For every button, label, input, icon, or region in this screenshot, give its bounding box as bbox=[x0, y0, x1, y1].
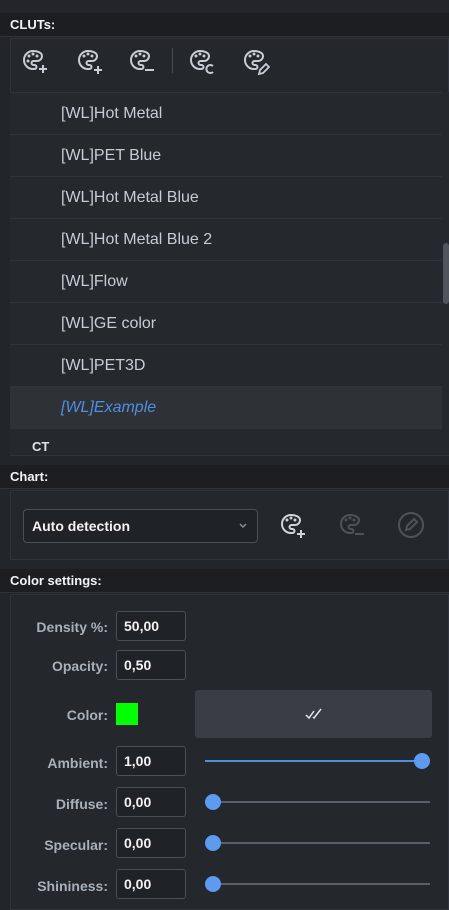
color-settings-section-title: Color settings: bbox=[0, 569, 449, 593]
cluts-section-title: CLUTs: bbox=[0, 13, 449, 37]
specular-slider[interactable] bbox=[205, 833, 430, 853]
diffuse-field[interactable]: 0,00 bbox=[116, 787, 186, 817]
specular-field[interactable]: 0,00 bbox=[116, 828, 186, 858]
opacity-field[interactable]: 0,50 bbox=[116, 650, 186, 680]
slider-track bbox=[205, 842, 430, 844]
palette-add-icon[interactable] bbox=[277, 510, 307, 540]
palette-remove-icon[interactable] bbox=[126, 46, 156, 76]
scrollbar-thumb[interactable] bbox=[443, 243, 449, 304]
clut-list-item[interactable]: [WL]PET Blue bbox=[10, 135, 442, 177]
chart-type-select[interactable]: Auto detection bbox=[23, 509, 258, 543]
slider-thumb[interactable] bbox=[414, 753, 430, 769]
chevron-down-icon bbox=[239, 523, 247, 528]
slider-track bbox=[205, 801, 430, 803]
color-label: Color: bbox=[66, 707, 108, 723]
slider-thumb[interactable] bbox=[205, 835, 221, 851]
clut-list-item[interactable]: [WL]Flow bbox=[10, 261, 442, 303]
diffuse-label: Diffuse: bbox=[55, 796, 108, 812]
clut-list-item-selected[interactable]: [WL]Example bbox=[10, 387, 442, 429]
ambient-slider[interactable] bbox=[205, 751, 430, 771]
palette-remove-icon[interactable] bbox=[336, 510, 366, 540]
palette-add-icon[interactable] bbox=[19, 46, 49, 76]
clut-list-item[interactable]: [WL]Hot Metal bbox=[10, 93, 442, 135]
double-check-icon bbox=[304, 708, 322, 720]
edit-icon[interactable] bbox=[396, 510, 426, 540]
shininess-label: Shininess: bbox=[37, 878, 108, 894]
slider-thumb[interactable] bbox=[205, 794, 221, 810]
apply-color-button[interactable] bbox=[195, 690, 432, 738]
clut-list-item[interactable]: [WL]Hot Metal Blue 2 bbox=[10, 219, 442, 261]
ambient-field[interactable]: 1,00 bbox=[116, 746, 186, 776]
shininess-slider[interactable] bbox=[205, 874, 430, 894]
density-label: Density %: bbox=[36, 619, 108, 635]
chart-section-title: Chart: bbox=[0, 465, 449, 489]
slider-track bbox=[205, 883, 430, 885]
clut-list[interactable]: [WL]Hot Metal [WL]PET Blue [WL]Hot Metal… bbox=[10, 92, 442, 455]
slider-fill bbox=[205, 760, 430, 762]
density-field[interactable]: 50,00 bbox=[116, 611, 186, 641]
toolbar-separator bbox=[172, 48, 173, 73]
chart-type-selected: Auto detection bbox=[32, 518, 130, 534]
opacity-label: Opacity: bbox=[51, 658, 108, 674]
clut-list-item[interactable]: [WL]GE color bbox=[10, 303, 442, 345]
clut-list-item[interactable]: [WL]Hot Metal Blue bbox=[10, 177, 442, 219]
palette-copy-icon[interactable] bbox=[186, 46, 216, 76]
palette-add-alt-icon[interactable] bbox=[74, 46, 104, 76]
shininess-field[interactable]: 0,00 bbox=[116, 869, 186, 899]
clut-settings-panel: CLUTs: [WL]Hot Metal [WL]PET Blue [WL]Ho… bbox=[0, 0, 449, 910]
ambient-label: Ambient: bbox=[47, 755, 108, 771]
slider-thumb[interactable] bbox=[205, 876, 221, 892]
palette-edit-icon[interactable] bbox=[240, 46, 271, 76]
category-header-ct: CT bbox=[10, 435, 442, 455]
color-swatch[interactable] bbox=[116, 703, 138, 725]
specular-label: Specular: bbox=[44, 837, 108, 853]
clut-list-item[interactable]: [WL]PET3D bbox=[10, 345, 442, 387]
diffuse-slider[interactable] bbox=[205, 792, 430, 812]
